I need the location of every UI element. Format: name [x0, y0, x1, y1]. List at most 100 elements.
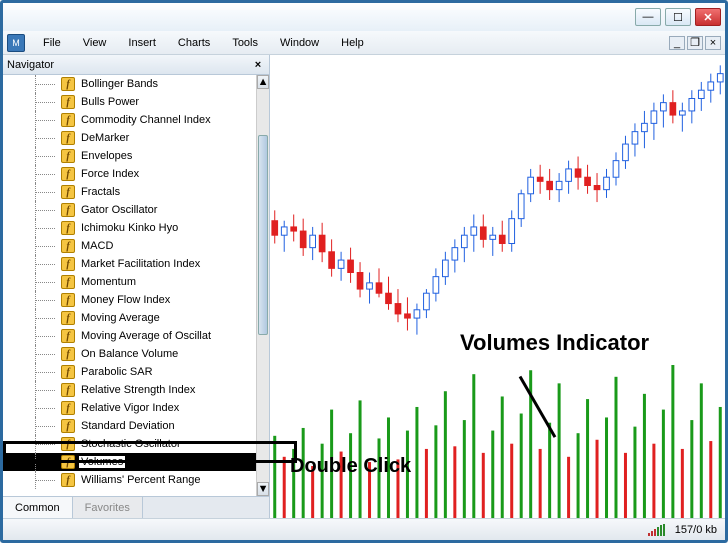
function-icon: f [61, 311, 75, 325]
indicator-standard-deviation[interactable]: f Standard Deviation [3, 417, 256, 435]
menu-tools[interactable]: Tools [222, 35, 268, 51]
function-icon: f [61, 401, 75, 415]
function-icon: f [61, 275, 75, 289]
scroll-up-button[interactable]: ▲ [257, 75, 269, 89]
indicator-envelopes[interactable]: f Envelopes [3, 147, 256, 165]
indicator-label: Relative Strength Index [79, 384, 197, 396]
indicator-market-facilitation-index[interactable]: f Market Facilitation Index [3, 255, 256, 273]
function-icon: f [61, 221, 75, 235]
function-icon: f [61, 203, 75, 217]
function-icon: f [61, 77, 75, 91]
navigator-titlebar: Navigator × [3, 55, 269, 75]
indicator-demarker[interactable]: f DeMarker [3, 129, 256, 147]
indicator-commodity-channel-index[interactable]: f Commodity Channel Index [3, 111, 256, 129]
volumes-highlight-box [3, 441, 297, 463]
indicator-label: Moving Average [79, 312, 162, 324]
function-icon: f [61, 293, 75, 307]
indicator-label: DeMarker [79, 132, 131, 144]
indicator-label: Market Facilitation Index [79, 258, 202, 270]
function-icon: f [61, 257, 75, 271]
indicator-fractals[interactable]: f Fractals [3, 183, 256, 201]
window-close-button[interactable]: ✕ [695, 8, 721, 26]
function-icon: f [61, 347, 75, 361]
function-icon: f [61, 383, 75, 397]
statusbar: 157/0 kb [3, 518, 725, 540]
function-icon: f [61, 329, 75, 343]
indicator-label: Moving Average of Oscillat [79, 330, 213, 342]
menu-charts[interactable]: Charts [168, 35, 220, 51]
indicator-label: Bulls Power [79, 96, 141, 108]
menu-window[interactable]: Window [270, 35, 329, 51]
indicator-moving-average-of-oscillat[interactable]: f Moving Average of Oscillat [3, 327, 256, 345]
indicator-moving-average[interactable]: f Moving Average [3, 309, 256, 327]
indicator-bollinger-bands[interactable]: f Bollinger Bands [3, 75, 256, 93]
tree-scrollbar[interactable]: ▲ ▼ [256, 75, 269, 496]
indicator-ichimoku-kinko-hyo[interactable]: f Ichimoku Kinko Hyo [3, 219, 256, 237]
indicator-label: Fractals [79, 186, 122, 198]
scroll-thumb[interactable] [258, 135, 268, 335]
indicator-label: Relative Vigor Index [79, 402, 181, 414]
tab-common[interactable]: Common [3, 497, 73, 518]
function-icon: f [61, 95, 75, 109]
indicator-label: Parabolic SAR [79, 366, 155, 378]
indicator-label: Gator Oscillator [79, 204, 159, 216]
function-icon: f [61, 113, 75, 127]
indicator-label: On Balance Volume [79, 348, 180, 360]
function-icon: f [61, 239, 75, 253]
indicator-relative-strength-index[interactable]: f Relative Strength Index [3, 381, 256, 399]
indicator-macd[interactable]: f MACD [3, 237, 256, 255]
indicator-label: MACD [79, 240, 115, 252]
menu-view[interactable]: View [73, 35, 117, 51]
mdi-restore-button[interactable]: ❐ [687, 36, 703, 50]
menu-help[interactable]: Help [331, 35, 374, 51]
statusbar-transfer: 157/0 kb [675, 524, 717, 536]
indicator-label: Ichimoku Kinko Hyo [79, 222, 180, 234]
menu-file[interactable]: File [33, 35, 71, 51]
indicator-label: Force Index [79, 168, 141, 180]
scroll-down-button[interactable]: ▼ [257, 482, 269, 496]
indicator-force-index[interactable]: f Force Index [3, 165, 256, 183]
indicator-label: Momentum [79, 276, 138, 288]
indicator-bulls-power[interactable]: f Bulls Power [3, 93, 256, 111]
indicator-label: Williams' Percent Range [79, 474, 202, 486]
indicator-on-balance-volume[interactable]: f On Balance Volume [3, 345, 256, 363]
connection-signal-icon [648, 524, 665, 536]
indicator-tree: f Bollinger Bands f Bulls Power f Commodity C… [3, 75, 269, 496]
indicator-momentum[interactable]: f Momentum [3, 273, 256, 291]
function-icon: f [61, 167, 75, 181]
indicator-money-flow-index[interactable]: f Money Flow Index [3, 291, 256, 309]
annotation-double-click: Double Click [290, 455, 411, 478]
navigator-tabs: Common Favorites [3, 496, 269, 518]
mdi-minimize-button[interactable]: _ [669, 36, 685, 50]
navigator-close-button[interactable]: × [251, 58, 265, 72]
chart-area[interactable]: Volumes Indicator Double Click [270, 55, 725, 518]
indicator-label: Standard Deviation [79, 420, 177, 432]
function-icon: f [61, 365, 75, 379]
titlebar: — ☐ ✕ [3, 3, 725, 31]
function-icon: f [61, 473, 75, 487]
function-icon: f [61, 131, 75, 145]
mdi-close-button[interactable]: × [705, 36, 721, 50]
menubar: M FileViewInsertChartsToolsWindowHelp _ … [3, 31, 725, 55]
indicator-label: Envelopes [79, 150, 134, 162]
indicator-label: Bollinger Bands [79, 78, 160, 90]
app-icon: M [7, 34, 25, 52]
indicator-label: Commodity Channel Index [79, 114, 213, 126]
function-icon: f [61, 185, 75, 199]
indicator-williams-percent-range[interactable]: f Williams' Percent Range [3, 471, 256, 489]
navigator-title: Navigator [7, 59, 54, 71]
indicator-parabolic-sar[interactable]: f Parabolic SAR [3, 363, 256, 381]
function-icon: f [61, 419, 75, 433]
window-maximize-button[interactable]: ☐ [665, 8, 691, 26]
menu-insert[interactable]: Insert [118, 35, 166, 51]
annotation-volumes-indicator: Volumes Indicator [460, 330, 649, 356]
indicator-gator-oscillator[interactable]: f Gator Oscillator [3, 201, 256, 219]
indicator-relative-vigor-index[interactable]: f Relative Vigor Index [3, 399, 256, 417]
app-window: — ☐ ✕ M FileViewInsertChartsToolsWindowH… [0, 0, 728, 543]
candlestick-chart [270, 55, 725, 345]
volume-chart [270, 355, 725, 518]
window-minimize-button[interactable]: — [635, 8, 661, 26]
tab-favorites[interactable]: Favorites [73, 497, 143, 518]
indicator-label: Money Flow Index [79, 294, 172, 306]
function-icon: f [61, 149, 75, 163]
